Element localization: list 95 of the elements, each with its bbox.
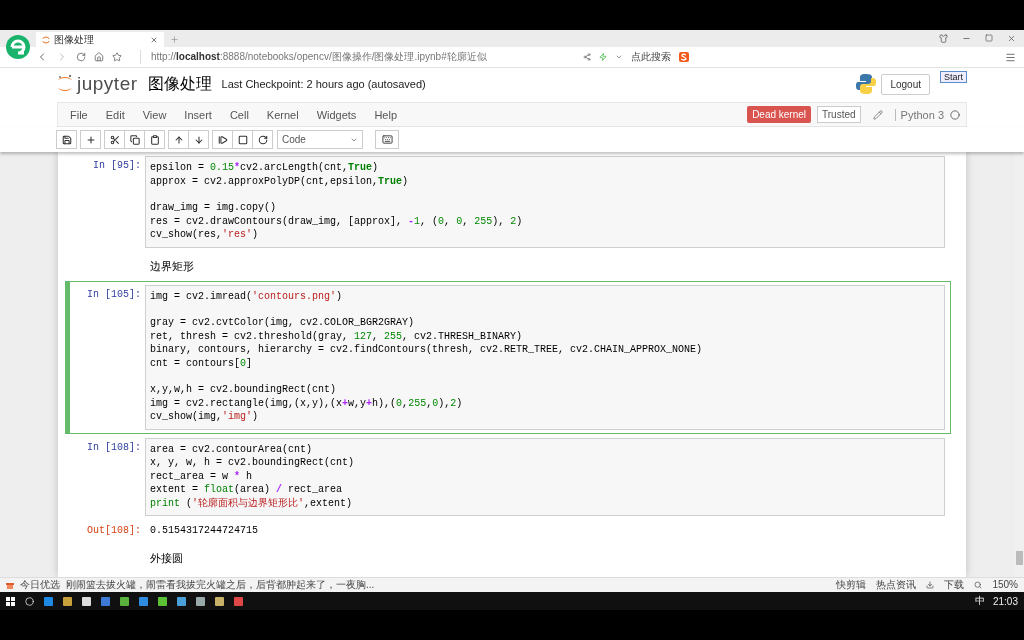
start-button[interactable]: Start: [940, 71, 967, 83]
code-line: x, y, w, h = cv2.boundingRect(cnt): [150, 456, 356, 470]
close-icon[interactable]: [150, 35, 158, 44]
search-hint[interactable]: 点此搜索: [631, 50, 671, 64]
arrow-down-icon: [193, 134, 204, 145]
code-line: draw_img = img.copy(): [150, 201, 278, 215]
home-icon[interactable]: [94, 52, 104, 62]
menu-item[interactable]: View: [133, 108, 176, 121]
windows-start-icon[interactable]: [6, 596, 15, 606]
menu-item[interactable]: Edit: [96, 108, 134, 121]
menu-item[interactable]: Help: [365, 108, 406, 121]
zoom-icon[interactable]: [974, 581, 983, 589]
status-item[interactable]: 热点资讯: [876, 579, 917, 591]
code-line: img = cv2.rectangle(img,(x,y),(x+w,y+h),(0,255,0),2): [150, 396, 464, 410]
cell-prompt: In [95]:: [92, 159, 142, 173]
checkpoint-status: Last Checkpoint: 2 hours ago (autosaved): [221, 78, 426, 90]
star-icon[interactable]: [112, 52, 122, 62]
code-line: img = cv2.imread('contours.png'): [150, 289, 344, 303]
copy-button[interactable]: [124, 130, 145, 149]
trusted-button[interactable]: Trusted: [817, 106, 861, 123]
status-label[interactable]: 今日优选: [20, 579, 60, 591]
ime-indicator[interactable]: 中: [974, 594, 985, 608]
arrow-up-icon: [173, 134, 184, 145]
ime-icon[interactable]: [679, 52, 689, 62]
copy-icon: [129, 134, 140, 145]
stop-icon: [237, 134, 248, 145]
close-icon[interactable]: [1007, 34, 1016, 43]
restart-icon: [257, 134, 268, 145]
maximize-icon[interactable]: [985, 34, 993, 42]
code-line: print ('轮廓面积与边界矩形比',extent): [150, 496, 354, 510]
news-link[interactable]: 刚闹篮去拔火罐，闹雷看我拔完火罐之后，后背都肿起来了，一夜胸...: [66, 579, 375, 591]
skin-icon[interactable]: [939, 34, 948, 43]
jupyter-icon: [42, 35, 50, 44]
scissors-icon: [109, 134, 120, 145]
download-icon[interactable]: [926, 581, 935, 589]
clipboard-button[interactable]: [144, 130, 165, 149]
code-line: cv_show(img,'img'): [150, 410, 260, 424]
logout-button[interactable]: Logout: [881, 73, 930, 95]
keyboard-button[interactable]: [375, 130, 399, 149]
kernel-status-badge: Dead kernel: [747, 106, 812, 123]
code-line: cv_show(res,'res'): [150, 228, 260, 242]
zoom-level[interactable]: 150%: [992, 579, 1018, 591]
markdown-heading: 边界矩形: [149, 258, 194, 274]
code-line: rect_area = w * h: [150, 469, 254, 483]
code-line: x,y,w,h = cv2.boundingRect(cnt): [150, 383, 338, 397]
markdown-heading: 外接圆: [149, 551, 183, 566]
save-button[interactable]: [56, 130, 77, 149]
code-line: ret, thresh = cv2.threshold(gray, 127, 255, cv2.THRESH_BINARY): [150, 329, 524, 343]
code-line: res = cv2.drawContours(draw_img, [approx], -1, (0, 0, 255), 2): [150, 214, 524, 228]
stop-button[interactable]: [232, 130, 253, 149]
menu-item[interactable]: Kernel: [257, 108, 308, 121]
output-text: 0.5154317244724715: [149, 524, 260, 538]
code-input[interactable]: area = cv2.contourArea(cnt) x, y, w, h = cv2.boundingRect(cnt) rect_area = w * h extent = float(area) / rect_area print ('轮廓面积与边界矩形比',extent): [145, 437, 945, 516]
jupyter-icon: [57, 74, 73, 94]
cell-prompt: In [108]:: [86, 440, 142, 455]
menu-item[interactable]: Cell: [220, 108, 258, 121]
restart-button[interactable]: [252, 130, 273, 149]
python-logo-icon: [855, 73, 878, 95]
gift-icon: [6, 581, 14, 589]
code-line: approx = cv2.approxPolyDP(cnt,epsilon,True): [150, 174, 410, 188]
step-forward-button[interactable]: [212, 130, 233, 149]
code-line: binary, contours, hierarchy = cv2.findContours(thresh, cv2.RETR_TREE, cv2.CHAIN_APPROX_NONE): [150, 343, 704, 357]
step-forward-icon: [217, 134, 228, 145]
jupyter-logo[interactable]: jupyter: [57, 73, 138, 95]
save-icon: [61, 134, 72, 145]
kernel-idle-icon: [950, 109, 960, 120]
menu-icon[interactable]: [1005, 51, 1016, 63]
code-line: gray = cv2.cvtColor(img, cv2.COLOR_BGR2GRAY): [150, 316, 416, 330]
address-field[interactable]: http://localhost:8888/notebooks/opencv/图像操作/图像处理.ipynb#轮廓近似: [140, 50, 487, 64]
plus-icon: [85, 134, 96, 145]
download-label[interactable]: 下载: [944, 579, 965, 591]
code-line: extent = float(area) / rect_area: [150, 483, 344, 497]
menu-item[interactable]: File: [61, 108, 97, 121]
cell-type-select[interactable]: Code: [277, 130, 363, 149]
chevron-icon[interactable]: [615, 53, 623, 61]
code-line: area = cv2.contourArea(cnt): [150, 442, 314, 456]
kernel-name: Python 3: [894, 108, 944, 121]
code-input[interactable]: epsilon = 0.15*cv2.arcLength(cnt,True) approx = cv2.approxPolyDP(cnt,epsilon,True) draw_img = img.copy() res = cv2.drawContours(draw_img, [approx], -1, (0, 0, 255), 2) cv_show(res,'res'): [145, 156, 945, 248]
status-item[interactable]: 快剪辑: [836, 579, 867, 591]
browser-tab[interactable]: 图像处理: [36, 32, 164, 47]
code-line: cnt = contours[0]: [150, 356, 254, 370]
code-line: epsilon = 0.15*cv2.arcLength(cnt,True): [150, 161, 380, 175]
arrow-down-button[interactable]: [188, 130, 209, 149]
clipboard-icon: [149, 134, 160, 145]
menu-item[interactable]: Insert: [175, 108, 221, 121]
clock[interactable]: 21:03: [992, 595, 1018, 607]
cell-prompt: In [105]:: [86, 287, 142, 302]
search-icon[interactable]: [25, 596, 34, 606]
output-prompt: Out[108]:: [86, 524, 142, 538]
keyboard-icon: [381, 134, 393, 145]
reload-icon[interactable]: [76, 52, 86, 62]
share-icon[interactable]: [583, 53, 591, 61]
scissors-button[interactable]: [104, 130, 125, 149]
menu-item[interactable]: Widgets: [307, 108, 366, 121]
notebook-title[interactable]: 图像处理: [147, 73, 212, 95]
